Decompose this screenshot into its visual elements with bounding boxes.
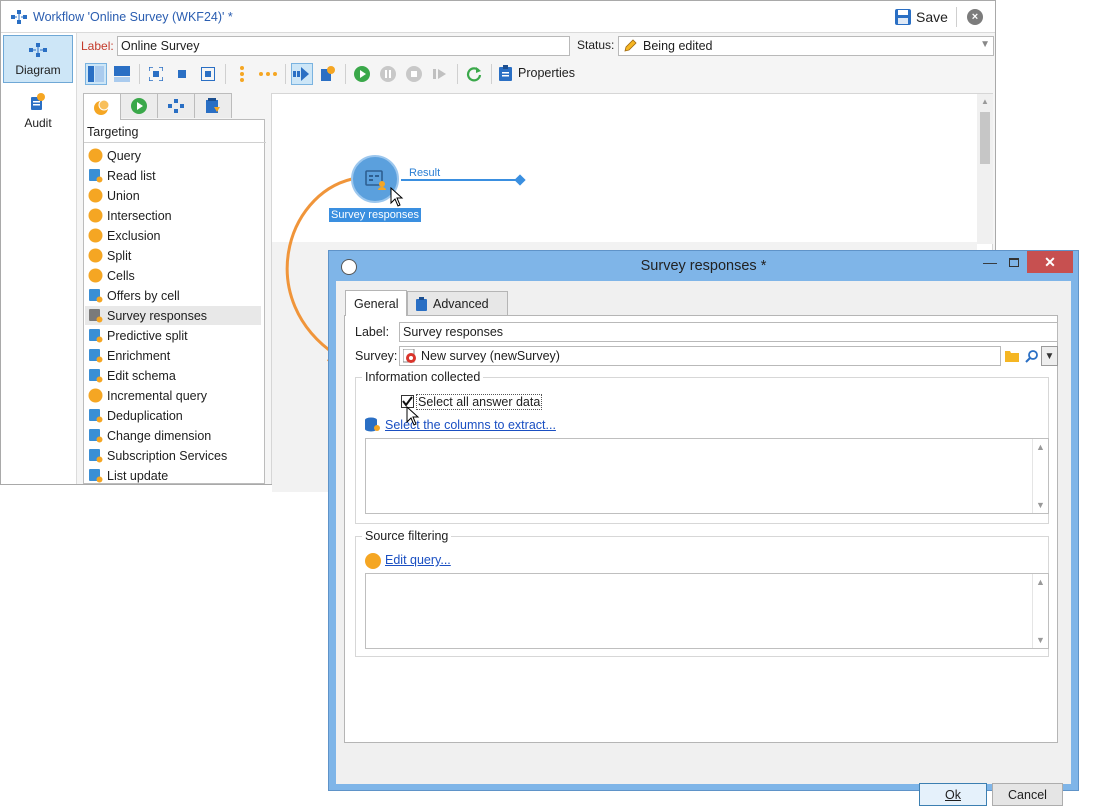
label-caption: Label: [355, 325, 390, 339]
targeting-icon [94, 99, 110, 115]
survey-input[interactable]: New survey (newSurvey) [399, 346, 1001, 366]
tab-targeting[interactable] [83, 93, 121, 120]
survey-dropdown-button[interactable]: ▼ [1041, 346, 1058, 366]
query-summary[interactable]: ▲ ▼ [365, 573, 1049, 649]
maximize-icon [1009, 257, 1019, 267]
survey-icon [403, 349, 416, 363]
information-collected-group: Information collected Select all answer … [355, 370, 1049, 524]
select-all-label[interactable]: Select all answer data [416, 394, 543, 410]
tab-general-label: General [354, 296, 399, 311]
survey-responses-dialog: Survey responses * — ✕ General Advanced … [328, 250, 1079, 806]
search-survey-button[interactable] [1022, 347, 1040, 365]
activity-label-input[interactable]: Survey responses [399, 322, 1058, 342]
survey-value: New survey (newSurvey) [421, 349, 560, 363]
tab-general[interactable]: General [345, 290, 408, 316]
search-icon [1024, 349, 1038, 363]
tab-advanced[interactable]: Advanced [407, 291, 508, 315]
group-title: Information collected [362, 370, 484, 384]
database-icon [365, 417, 381, 436]
query-icon [365, 553, 381, 569]
browse-folder-button[interactable] [1003, 347, 1021, 365]
list-scrollbar[interactable]: ▲ ▼ [1032, 439, 1048, 513]
survey-caption: Survey: [355, 349, 398, 363]
dialog-body: General Advanced Label: Survey responses… [336, 281, 1071, 806]
summary-scrollbar[interactable]: ▲ ▼ [1032, 574, 1048, 648]
dialog-title: Survey responses * [640, 258, 767, 274]
ok-button-label: Ok [945, 787, 961, 802]
columns-list[interactable]: ▲ ▼ [365, 438, 1049, 514]
activity-label[interactable]: Survey responses [329, 208, 422, 222]
mouse-cursor-icon [406, 406, 420, 426]
minimize-icon: — [983, 254, 997, 270]
edit-query-link[interactable]: Edit query... [385, 553, 451, 567]
scroll-up-icon: ▲ [1036, 577, 1045, 587]
general-panel: Label: Survey responses Survey: New surv… [344, 315, 1058, 743]
close-dialog-button[interactable]: ✕ [1027, 251, 1073, 273]
folder-icon [1005, 351, 1019, 362]
close-icon: ✕ [1044, 253, 1056, 270]
mouse-cursor-icon [390, 187, 404, 207]
chevron-down-icon: ▼ [1044, 350, 1055, 362]
transition-label: Result [409, 167, 441, 179]
tab-advanced-label: Advanced [433, 296, 489, 311]
cancel-button-label: Cancel [1008, 787, 1047, 802]
transition-endpoint [514, 174, 526, 186]
scroll-up-icon: ▲ [1036, 442, 1045, 452]
scroll-down-icon: ▼ [1036, 635, 1045, 645]
scroll-down-icon: ▼ [1036, 500, 1045, 510]
group-title: Source filtering [362, 529, 452, 543]
source-filtering-group: Source filtering Edit query... ▲ ▼ [355, 529, 1049, 657]
clipboard-icon [416, 296, 427, 311]
minimize-button[interactable]: — [977, 251, 1003, 273]
survey-responses-icon [365, 170, 386, 190]
maximize-button[interactable] [1002, 251, 1026, 273]
